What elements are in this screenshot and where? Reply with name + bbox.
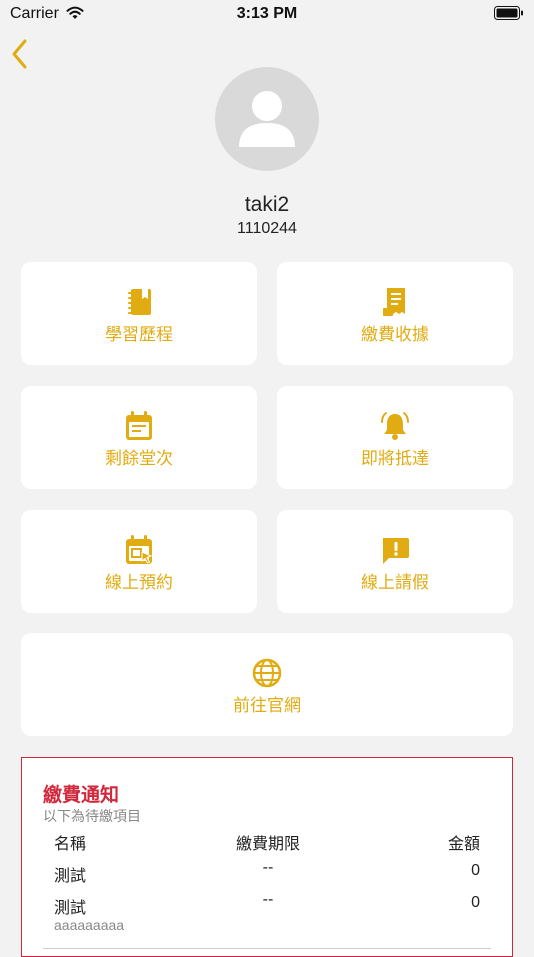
- online-booking-button[interactable]: 線上預約: [21, 510, 257, 613]
- globe-icon: [252, 658, 282, 688]
- tile-label: 線上請假: [361, 573, 429, 592]
- bell-icon: [381, 412, 409, 440]
- receipt-icon: [383, 288, 405, 316]
- notebook-icon: [128, 289, 151, 315]
- tile-label: 剩餘堂次: [105, 449, 173, 468]
- status-bar: Carrier 3:13 PM: [0, 0, 534, 28]
- row-note: aaaaaaaaa: [54, 917, 125, 933]
- calendar-icon: [126, 411, 152, 440]
- tile-label: 學習歷程: [105, 325, 173, 344]
- row-deadline: --: [262, 891, 274, 908]
- learning-history-button[interactable]: 學習歷程: [21, 262, 257, 365]
- row-amount: 0: [471, 894, 480, 911]
- row-amount: 0: [471, 862, 480, 879]
- tile-label: 繳費收據: [361, 325, 429, 344]
- user-id: 1110244: [237, 220, 297, 237]
- alert-message-icon: [383, 538, 409, 564]
- arriving-soon-button[interactable]: 即將抵達: [277, 386, 513, 489]
- column-header-amount: 金額: [447, 836, 480, 853]
- remaining-classes-button[interactable]: 剩餘堂次: [21, 386, 257, 489]
- avatar[interactable]: [215, 67, 319, 171]
- row-divider: [43, 948, 491, 949]
- payment-notice-card: 繳費通知 以下為待繳項目 名稱 繳費期限 金額 測試 -- 0 測試 -- 0 …: [21, 757, 513, 957]
- column-header-name: 名稱: [54, 836, 87, 853]
- notice-subtitle: 以下為待繳項目: [43, 808, 141, 824]
- chevron-left-icon: [12, 39, 27, 69]
- row-deadline: --: [262, 859, 274, 876]
- column-header-deadline: 繳費期限: [235, 836, 300, 853]
- notice-title: 繳費通知: [43, 785, 120, 806]
- row-name: 測試: [54, 900, 87, 917]
- payment-receipt-button[interactable]: 繳費收據: [277, 262, 513, 365]
- official-website-button[interactable]: 前往官網: [21, 633, 513, 736]
- tile-label: 前往官網: [233, 696, 301, 715]
- status-time: 3:13 PM: [236, 5, 298, 22]
- online-leave-button[interactable]: 線上請假: [277, 510, 513, 613]
- battery-icon: [494, 6, 523, 20]
- row-name: 測試: [54, 868, 87, 885]
- person-icon: [239, 91, 295, 147]
- tile-label: 即將抵達: [361, 449, 429, 468]
- back-button[interactable]: [8, 36, 36, 72]
- tile-label: 線上預約: [105, 573, 173, 592]
- calendar-select-icon: [126, 535, 153, 564]
- username: taki2: [244, 193, 290, 216]
